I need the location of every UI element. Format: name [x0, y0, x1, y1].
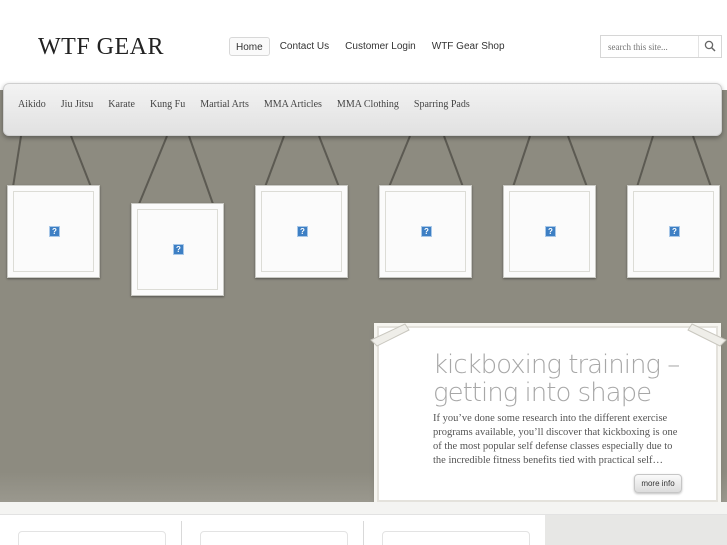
footer-widgets — [0, 514, 727, 545]
divider — [181, 521, 182, 545]
widget-box — [18, 531, 166, 545]
gallery-frame[interactable]: ? — [7, 185, 100, 278]
gallery-frame[interactable]: ? — [255, 185, 348, 278]
category-martial-arts[interactable]: Martial Arts — [200, 99, 249, 110]
site-logo[interactable]: WTF GEAR — [38, 34, 164, 61]
nav-item-contact-us[interactable]: Contact Us — [274, 37, 335, 56]
category-aikido[interactable]: Aikido — [18, 99, 46, 110]
gallery-frame[interactable]: ? — [379, 185, 472, 278]
nav-item-home[interactable]: Home — [229, 37, 270, 56]
top-navigation: Home Contact Us Customer Login WTF Gear … — [229, 37, 515, 56]
divider — [363, 521, 364, 545]
category-menu: Aikido Jiu Jitsu Karate Kung Fu Martial … — [3, 83, 722, 136]
category-jiu-jitsu[interactable]: Jiu Jitsu — [61, 99, 94, 110]
search-input[interactable] — [601, 36, 699, 57]
search-button[interactable] — [698, 36, 721, 57]
gallery-frame[interactable]: ? — [627, 185, 720, 278]
category-karate[interactable]: Karate — [108, 99, 135, 110]
gallery-frame[interactable]: ? — [503, 185, 596, 278]
featured-article: kickboxing training – getting into shape… — [377, 326, 718, 502]
corner-ribbon-left — [370, 323, 410, 347]
widget-box — [200, 531, 348, 545]
broken-image-icon: ? — [545, 226, 556, 237]
category-mma-articles[interactable]: MMA Articles — [264, 99, 322, 110]
gallery-frame[interactable]: ? — [131, 203, 224, 296]
category-mma-clothing[interactable]: MMA Clothing — [337, 99, 399, 110]
category-kung-fu[interactable]: Kung Fu — [150, 99, 185, 110]
section-divider — [0, 502, 727, 514]
nav-item-customer-login[interactable]: Customer Login — [339, 37, 422, 56]
broken-image-icon: ? — [297, 226, 308, 237]
broken-image-icon: ? — [173, 244, 184, 255]
more-info-button[interactable]: more info — [634, 474, 682, 493]
featured-excerpt: If you’ve done some research into the di… — [433, 413, 678, 466]
search-icon — [704, 40, 716, 52]
category-sparring-pads[interactable]: Sparring Pads — [414, 99, 470, 110]
broken-image-icon: ? — [669, 226, 680, 237]
sidebar-widget — [545, 515, 727, 545]
corner-ribbon-right — [687, 323, 727, 347]
search-box — [600, 35, 722, 58]
broken-image-icon: ? — [421, 226, 432, 237]
header: WTF GEAR Home Contact Us Customer Login … — [0, 0, 727, 90]
widget-box — [382, 531, 530, 545]
nav-item-wtf-gear-shop[interactable]: WTF Gear Shop — [426, 37, 511, 56]
featured-title[interactable]: kickboxing training – getting into shape — [433, 351, 693, 407]
broken-image-icon: ? — [49, 226, 60, 237]
